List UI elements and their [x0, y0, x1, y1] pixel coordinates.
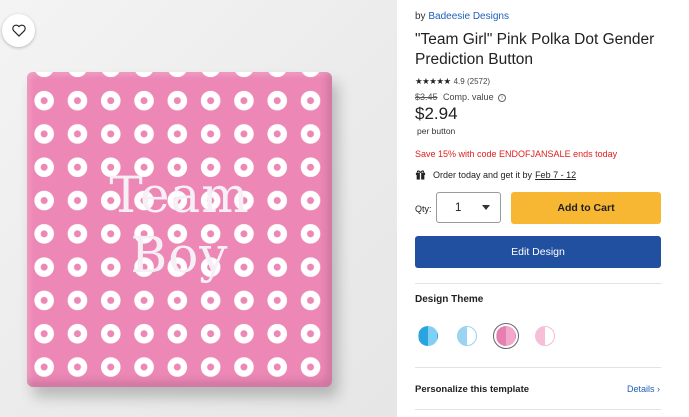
quantity-value: 1: [455, 201, 462, 214]
delivery-text: Order today and get it by: [433, 169, 533, 180]
delivery-row: Order today and get it by Feb 7 - 12: [415, 169, 576, 180]
review-count: (2572): [466, 77, 491, 86]
divider: [415, 367, 661, 368]
theme-swatch-4[interactable]: [532, 323, 558, 349]
personalize-title: Personalize this template: [415, 384, 530, 395]
design-theme-swatches: [415, 323, 571, 349]
button-text-line1: Team: [109, 166, 250, 224]
delivery-date-link[interactable]: Feb 7 - 12: [535, 170, 576, 180]
seller-byline: by Badeesie Designs: [415, 11, 509, 22]
divider: [415, 409, 661, 410]
chevron-down-icon: [482, 205, 490, 210]
promo-text: Save 15% with code ENDOFJANSALE ends tod…: [415, 149, 618, 159]
rating-row[interactable]: ★★★★★ 4.9 (2572): [415, 76, 490, 87]
comp-label: Comp. value: [443, 92, 494, 102]
rating-value: 4.9: [453, 77, 465, 86]
price: $2.94: [415, 104, 458, 123]
comp-price: $3.45: [415, 92, 438, 102]
theme-swatch-3[interactable]: [493, 323, 519, 349]
favorite-button[interactable]: [2, 14, 35, 47]
qty-label: Qty:: [415, 204, 432, 214]
product-title: "Team Girl" Pink Polka Dot Gender Predic…: [415, 31, 655, 68]
heart-outline-icon: [11, 24, 26, 37]
divider: [415, 283, 661, 284]
product-image-pane: Team Boy: [0, 0, 397, 417]
gift-icon: [415, 170, 426, 180]
details-link[interactable]: Details ›: [627, 384, 660, 394]
product-button-image: Team Boy: [27, 72, 332, 387]
add-to-cart-button[interactable]: Add to Cart: [511, 192, 661, 224]
design-theme-title: Design Theme: [415, 294, 484, 305]
edit-design-button[interactable]: Edit Design: [415, 236, 661, 268]
theme-swatch-2[interactable]: [454, 323, 480, 349]
seller-link[interactable]: Badeesie Designs: [428, 11, 509, 22]
star-rating-icon: ★★★★★: [415, 76, 451, 86]
button-text-line2: Boy: [130, 226, 229, 284]
comp-value-row: $3.45 Comp. value i: [415, 92, 507, 102]
byline-prefix: by: [415, 11, 426, 22]
theme-swatch-1[interactable]: [415, 323, 441, 349]
quantity-select[interactable]: 1: [436, 192, 501, 223]
price-unit: per button: [417, 126, 456, 136]
info-icon[interactable]: i: [498, 94, 507, 102]
